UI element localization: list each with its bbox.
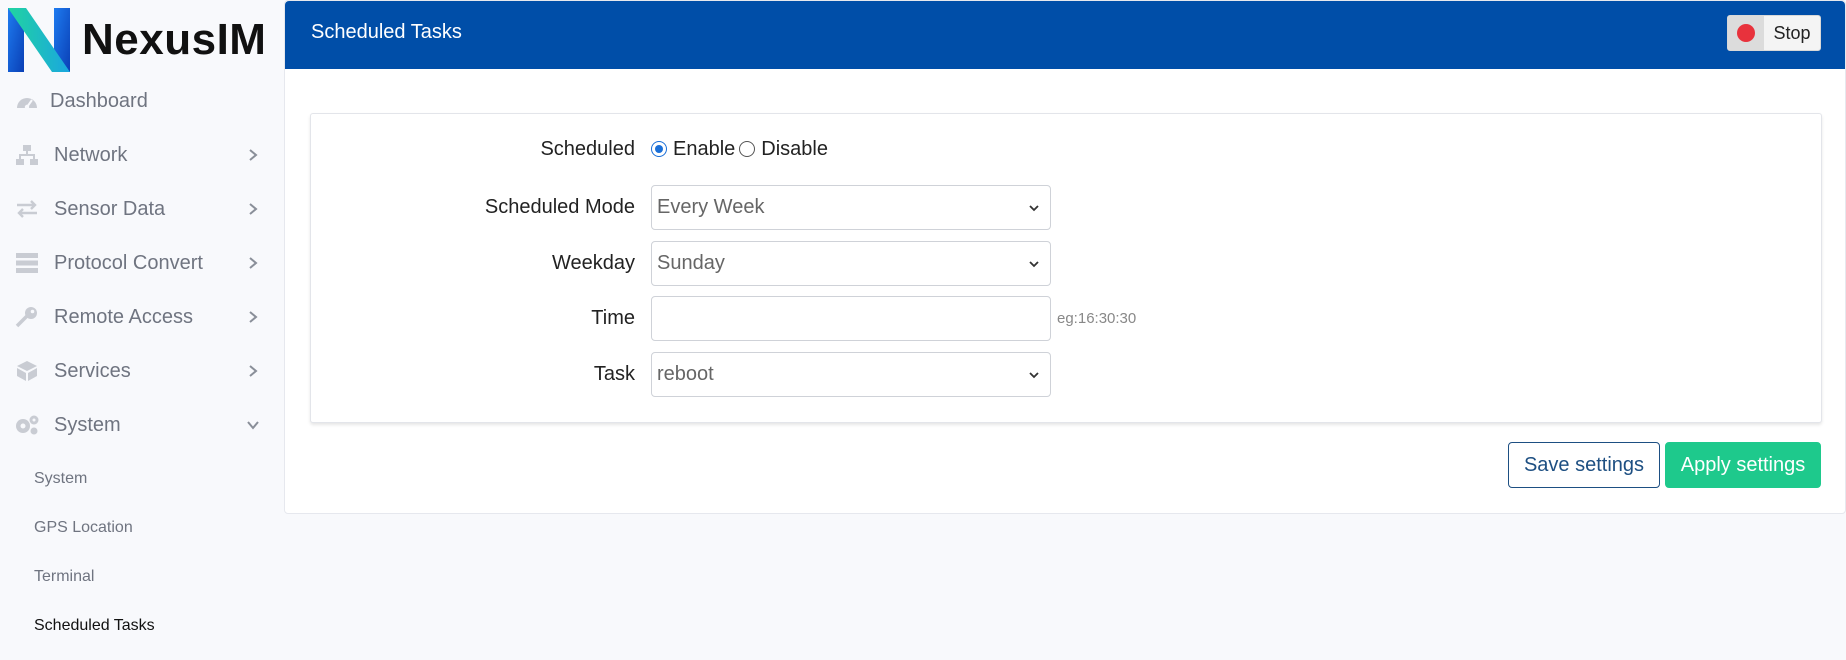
sidebar-item-system[interactable]: System xyxy=(0,398,284,452)
brand-name: NexusIM xyxy=(82,15,267,64)
enable-radio[interactable] xyxy=(651,141,667,157)
chevron-down-icon xyxy=(1029,204,1039,211)
gears-icon xyxy=(14,412,40,438)
subnav-item-terminal[interactable]: Terminal xyxy=(0,552,284,601)
subnav-item-scheduled-tasks[interactable]: Scheduled Tasks xyxy=(0,601,284,650)
sidebar-item-sensor-data[interactable]: Sensor Data xyxy=(0,182,284,236)
stop-button[interactable]: Stop xyxy=(1727,15,1821,51)
chevron-down-icon xyxy=(1029,371,1039,378)
scheduled-mode-row: Scheduled Mode Every Week xyxy=(311,185,1821,230)
subnav-item-system[interactable]: System xyxy=(0,454,284,503)
form-actions: Save settings Apply settings xyxy=(1508,442,1821,488)
scheduled-mode-select[interactable]: Every Week xyxy=(651,185,1051,230)
time-label: Time xyxy=(591,307,635,329)
key-icon xyxy=(14,304,40,330)
disable-radio-label[interactable]: Disable xyxy=(761,138,828,161)
record-dot-icon xyxy=(1737,24,1755,42)
sidebar-item-services[interactable]: Services xyxy=(0,344,284,398)
chevron-right-icon xyxy=(249,311,258,323)
chevron-right-icon xyxy=(249,149,258,161)
dashboard-gauge-icon xyxy=(14,88,40,114)
page-header: Scheduled Tasks Stop xyxy=(285,1,1845,69)
sidebar-item-protocol-convert[interactable]: Protocol Convert xyxy=(0,236,284,290)
scheduled-mode-label: Scheduled Mode xyxy=(484,196,635,218)
time-row: Time eg:16:30:30 xyxy=(311,296,1821,341)
weekday-row: Weekday Sunday xyxy=(311,241,1821,286)
time-hint: eg:16:30:30 xyxy=(1057,310,1137,327)
scheduled-radio-group: Enable Disable xyxy=(651,138,832,161)
weekday-select[interactable]: Sunday xyxy=(651,241,1051,286)
stop-label: Stop xyxy=(1773,22,1811,43)
sidebar-item-label: Remote Access xyxy=(54,305,193,328)
status-indicator xyxy=(1728,16,1764,50)
nexusim-logo-icon xyxy=(8,8,70,72)
sidebar-item-label: Sensor Data xyxy=(54,197,166,220)
scheduled-row: Scheduled Enable Disable xyxy=(311,136,1821,162)
sidebar-item-remote-access[interactable]: Remote Access xyxy=(0,290,284,344)
chevron-right-icon xyxy=(249,365,258,377)
chevron-right-icon xyxy=(249,203,258,215)
brand-logo[interactable]: NexusIM xyxy=(8,8,266,72)
sidebar-item-label: Services xyxy=(54,359,131,382)
sidebar: NexusIM Dashboard Network Sensor Data Pr… xyxy=(0,0,284,660)
sidebar-item-label: Network xyxy=(54,143,128,166)
chevron-down-icon xyxy=(247,421,259,430)
main-panel: Scheduled Tasks Stop Scheduled Enable Di… xyxy=(284,0,1846,514)
task-label: Task xyxy=(593,363,635,385)
sidebar-item-dashboard[interactable]: Dashboard xyxy=(0,74,284,128)
scheduled-label: Scheduled xyxy=(540,137,635,160)
task-select[interactable]: reboot xyxy=(651,352,1051,397)
apply-settings-button[interactable]: Apply settings xyxy=(1665,442,1821,488)
sidebar-item-network[interactable]: Network xyxy=(0,128,284,182)
disable-radio[interactable] xyxy=(739,141,756,157)
save-settings-button[interactable]: Save settings xyxy=(1508,442,1660,488)
page-title: Scheduled Tasks xyxy=(311,20,462,43)
sidebar-item-label: System xyxy=(54,413,121,436)
server-stack-icon xyxy=(14,250,40,276)
chevron-right-icon xyxy=(249,257,258,269)
sidebar-item-label: Dashboard xyxy=(50,89,148,112)
select-value: Sunday xyxy=(657,252,725,274)
enable-radio-label[interactable]: Enable xyxy=(673,138,735,161)
system-subnav: System GPS Location Terminal Scheduled T… xyxy=(0,452,284,650)
chevron-down-icon xyxy=(1029,260,1039,267)
settings-card: Scheduled Enable Disable Scheduled Mode … xyxy=(310,113,1822,423)
sidebar-nav: Dashboard Network Sensor Data Protocol C… xyxy=(0,74,284,650)
exchange-arrows-icon xyxy=(14,196,40,222)
network-icon xyxy=(14,142,40,168)
sidebar-item-label: Protocol Convert xyxy=(54,251,203,274)
task-row: Task reboot xyxy=(311,352,1821,397)
subnav-item-gps-location[interactable]: GPS Location xyxy=(0,503,284,552)
select-value: reboot xyxy=(657,363,714,385)
cube-icon xyxy=(14,358,40,384)
time-input[interactable] xyxy=(651,296,1051,341)
select-value: Every Week xyxy=(657,196,765,218)
weekday-label: Weekday xyxy=(551,252,635,274)
